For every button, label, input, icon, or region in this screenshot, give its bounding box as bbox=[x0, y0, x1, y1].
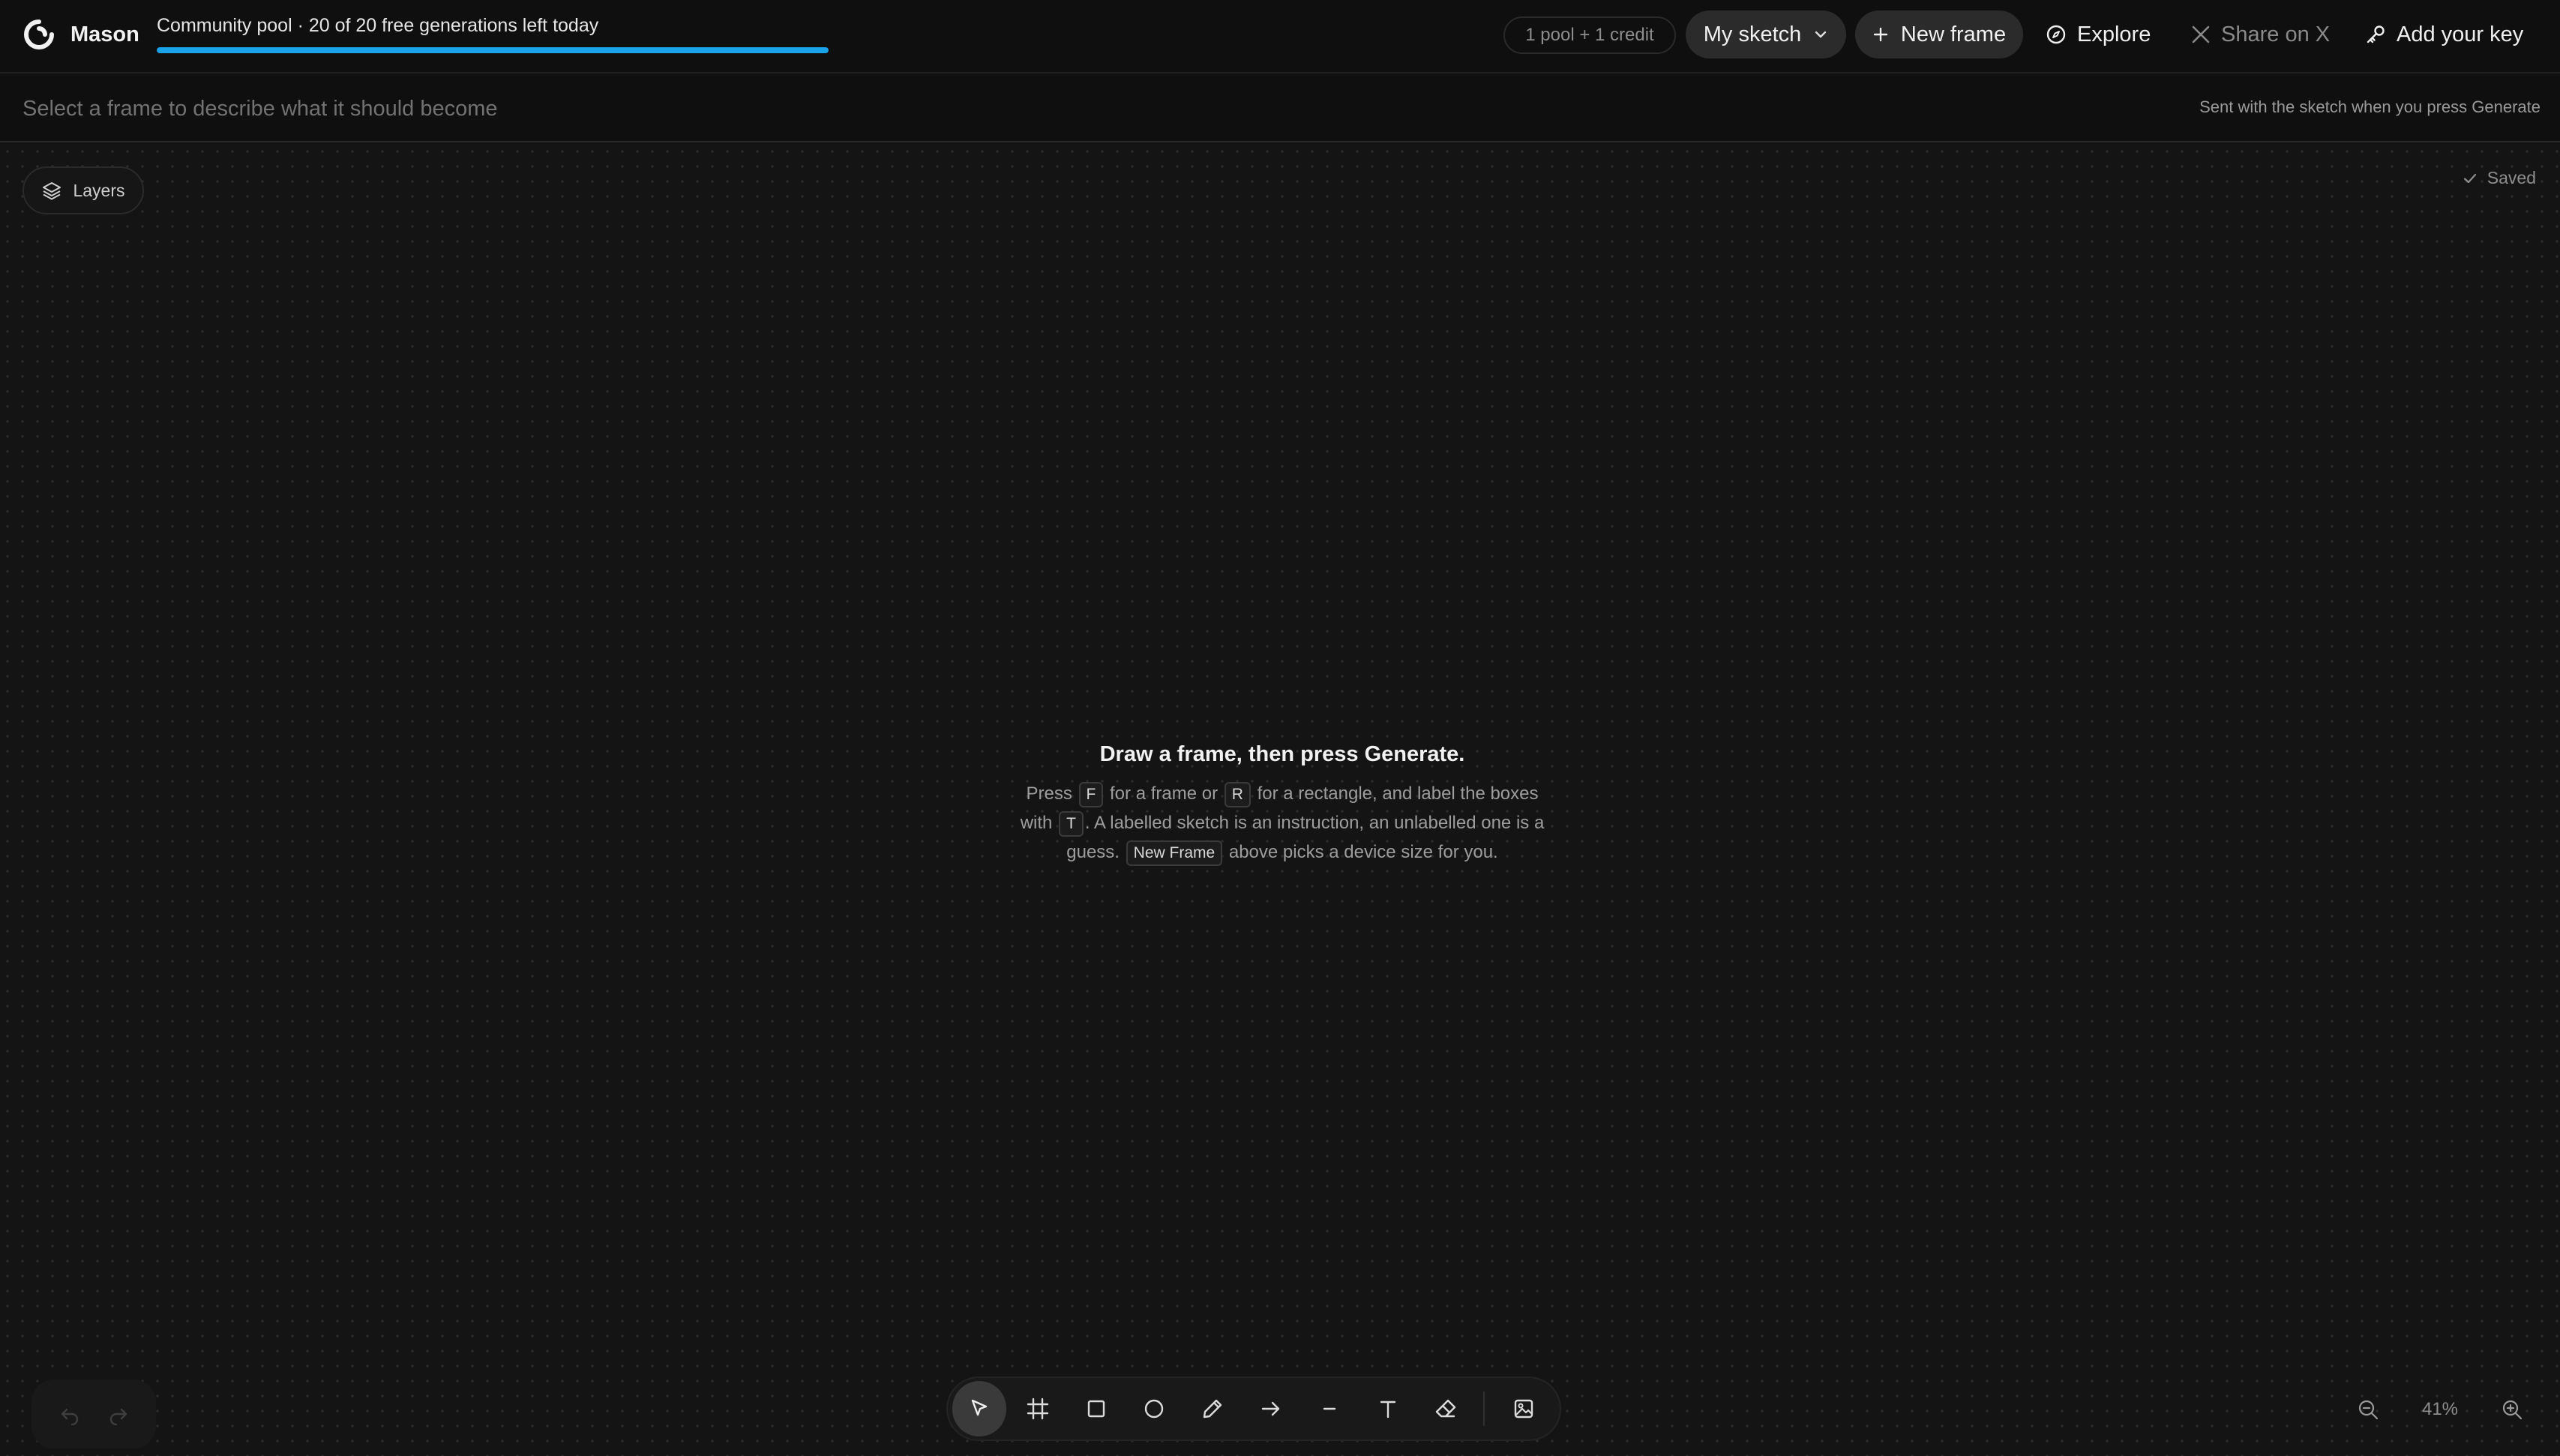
describe-bar: Sent with the sketch when you press Gene… bbox=[0, 75, 2560, 142]
drawing-toolbar bbox=[946, 1377, 1561, 1441]
es-press: Press bbox=[1026, 783, 1072, 804]
layers-button[interactable]: Layers bbox=[22, 166, 144, 214]
line-icon bbox=[1323, 1407, 1335, 1410]
x-logo-icon bbox=[2192, 25, 2210, 43]
new-frame-label: New frame bbox=[1900, 22, 2007, 46]
history-controls bbox=[31, 1380, 156, 1449]
compass-icon bbox=[2046, 25, 2066, 44]
describe-hint: Sent with the sketch when you press Gene… bbox=[2199, 97, 2541, 116]
es-for-frame: for a frame or bbox=[1110, 783, 1219, 804]
sketch-select[interactable]: My sketch bbox=[1686, 10, 1846, 58]
line-tool[interactable] bbox=[1302, 1381, 1356, 1437]
credit-badge: 1 pool + 1 credit bbox=[1503, 16, 1676, 54]
new-frame-button[interactable]: New frame bbox=[1855, 10, 2023, 58]
kbd-new-frame: New Frame bbox=[1126, 840, 1223, 866]
rectangle-icon bbox=[1087, 1400, 1105, 1418]
kbd-f: F bbox=[1078, 782, 1104, 807]
kbd-t: T bbox=[1059, 811, 1084, 837]
es-guess: guess. bbox=[1066, 842, 1120, 862]
es-labelled: . A labelled sketch is an instruction, a… bbox=[1084, 813, 1545, 833]
zoom-in-button[interactable] bbox=[2494, 1392, 2530, 1428]
toolbar-divider bbox=[1483, 1392, 1485, 1426]
layers-icon bbox=[43, 182, 61, 200]
saved-label: Saved bbox=[2487, 168, 2536, 187]
ellipse-tool[interactable] bbox=[1127, 1381, 1181, 1437]
empty-state-line-1: Press F for a frame or R for a rectangle… bbox=[991, 779, 1573, 808]
zoom-out-button[interactable] bbox=[2350, 1392, 2386, 1428]
es-for-rectangle: for a rectangle, and label the boxes bbox=[1257, 783, 1539, 804]
check-icon bbox=[2463, 173, 2476, 183]
eraser-tool[interactable] bbox=[1419, 1381, 1473, 1437]
explore-label: Explore bbox=[2077, 22, 2151, 46]
eraser-icon bbox=[1436, 1399, 1456, 1418]
zoom-in-icon bbox=[2502, 1400, 2523, 1420]
frame-tool[interactable] bbox=[1011, 1381, 1065, 1437]
app-root: Mason Community pool · 20 of 20 free gen… bbox=[0, 0, 2560, 1456]
layers-label: Layers bbox=[73, 180, 125, 200]
mason-logo-icon bbox=[24, 19, 54, 49]
save-status: Saved bbox=[2462, 168, 2536, 188]
rectangle-tool[interactable] bbox=[1069, 1381, 1123, 1437]
es-with: with bbox=[1020, 813, 1053, 833]
arrow-right-icon bbox=[1261, 1401, 1280, 1416]
zoom-level: 41% bbox=[2421, 1399, 2459, 1419]
circle-icon bbox=[1145, 1399, 1164, 1419]
key-icon bbox=[2367, 25, 2385, 43]
text-icon bbox=[1380, 1401, 1395, 1419]
share-on-x-link[interactable]: Share on X bbox=[2191, 10, 2330, 58]
community-pool: Community pool · 20 of 20 free generatio… bbox=[157, 15, 829, 53]
pool-status-text: Community pool · 20 of 20 free generatio… bbox=[157, 15, 599, 36]
brand[interactable]: Mason bbox=[22, 18, 139, 51]
select-tool[interactable] bbox=[952, 1381, 1006, 1437]
pool-progress-fill bbox=[157, 47, 829, 53]
pencil-tool[interactable] bbox=[1186, 1381, 1240, 1437]
plus-icon bbox=[1873, 27, 1888, 42]
zoom-controls: 41% bbox=[2350, 1387, 2530, 1432]
explore-link[interactable]: Explore bbox=[2046, 10, 2151, 58]
brand-name: Mason bbox=[70, 22, 139, 46]
cursor-icon bbox=[971, 1399, 988, 1416]
zoom-out-icon bbox=[2358, 1400, 2379, 1420]
image-icon bbox=[1514, 1399, 1533, 1419]
frame-description-input[interactable] bbox=[22, 90, 1522, 127]
image-tool[interactable] bbox=[1497, 1381, 1551, 1437]
undo-icon bbox=[61, 1408, 78, 1425]
empty-state-line-2: with T. A labelled sketch is an instruct… bbox=[991, 808, 1573, 837]
empty-state-title: Draw a frame, then press Generate. bbox=[1099, 742, 1465, 766]
pencil-icon bbox=[1203, 1399, 1222, 1419]
empty-state-line-3: guess. New Frame above picks a device si… bbox=[991, 837, 1573, 867]
share-label: Share on X bbox=[2221, 22, 2331, 46]
text-tool[interactable] bbox=[1361, 1381, 1415, 1437]
add-key-link[interactable]: Add your key bbox=[2365, 10, 2523, 58]
top-bar: Mason Community pool · 20 of 20 free gen… bbox=[0, 0, 2560, 73]
chevron-down-icon bbox=[1815, 31, 1827, 38]
arrow-tool[interactable] bbox=[1244, 1381, 1298, 1437]
undo-button[interactable] bbox=[53, 1398, 86, 1431]
sketch-canvas[interactable]: Layers Saved Draw a frame, then press Ge… bbox=[0, 144, 2560, 1456]
redo-button[interactable] bbox=[102, 1398, 135, 1431]
add-key-label: Add your key bbox=[2397, 22, 2524, 46]
empty-state: Draw a frame, then press Generate. Press… bbox=[991, 742, 1573, 867]
sketch-select-label: My sketch bbox=[1703, 22, 1802, 46]
frame-icon bbox=[1027, 1398, 1048, 1420]
es-above: above picks a device size for you. bbox=[1228, 842, 1498, 862]
pool-progress-bar bbox=[157, 47, 829, 53]
kbd-r: R bbox=[1224, 782, 1251, 807]
redo-icon bbox=[109, 1408, 127, 1425]
